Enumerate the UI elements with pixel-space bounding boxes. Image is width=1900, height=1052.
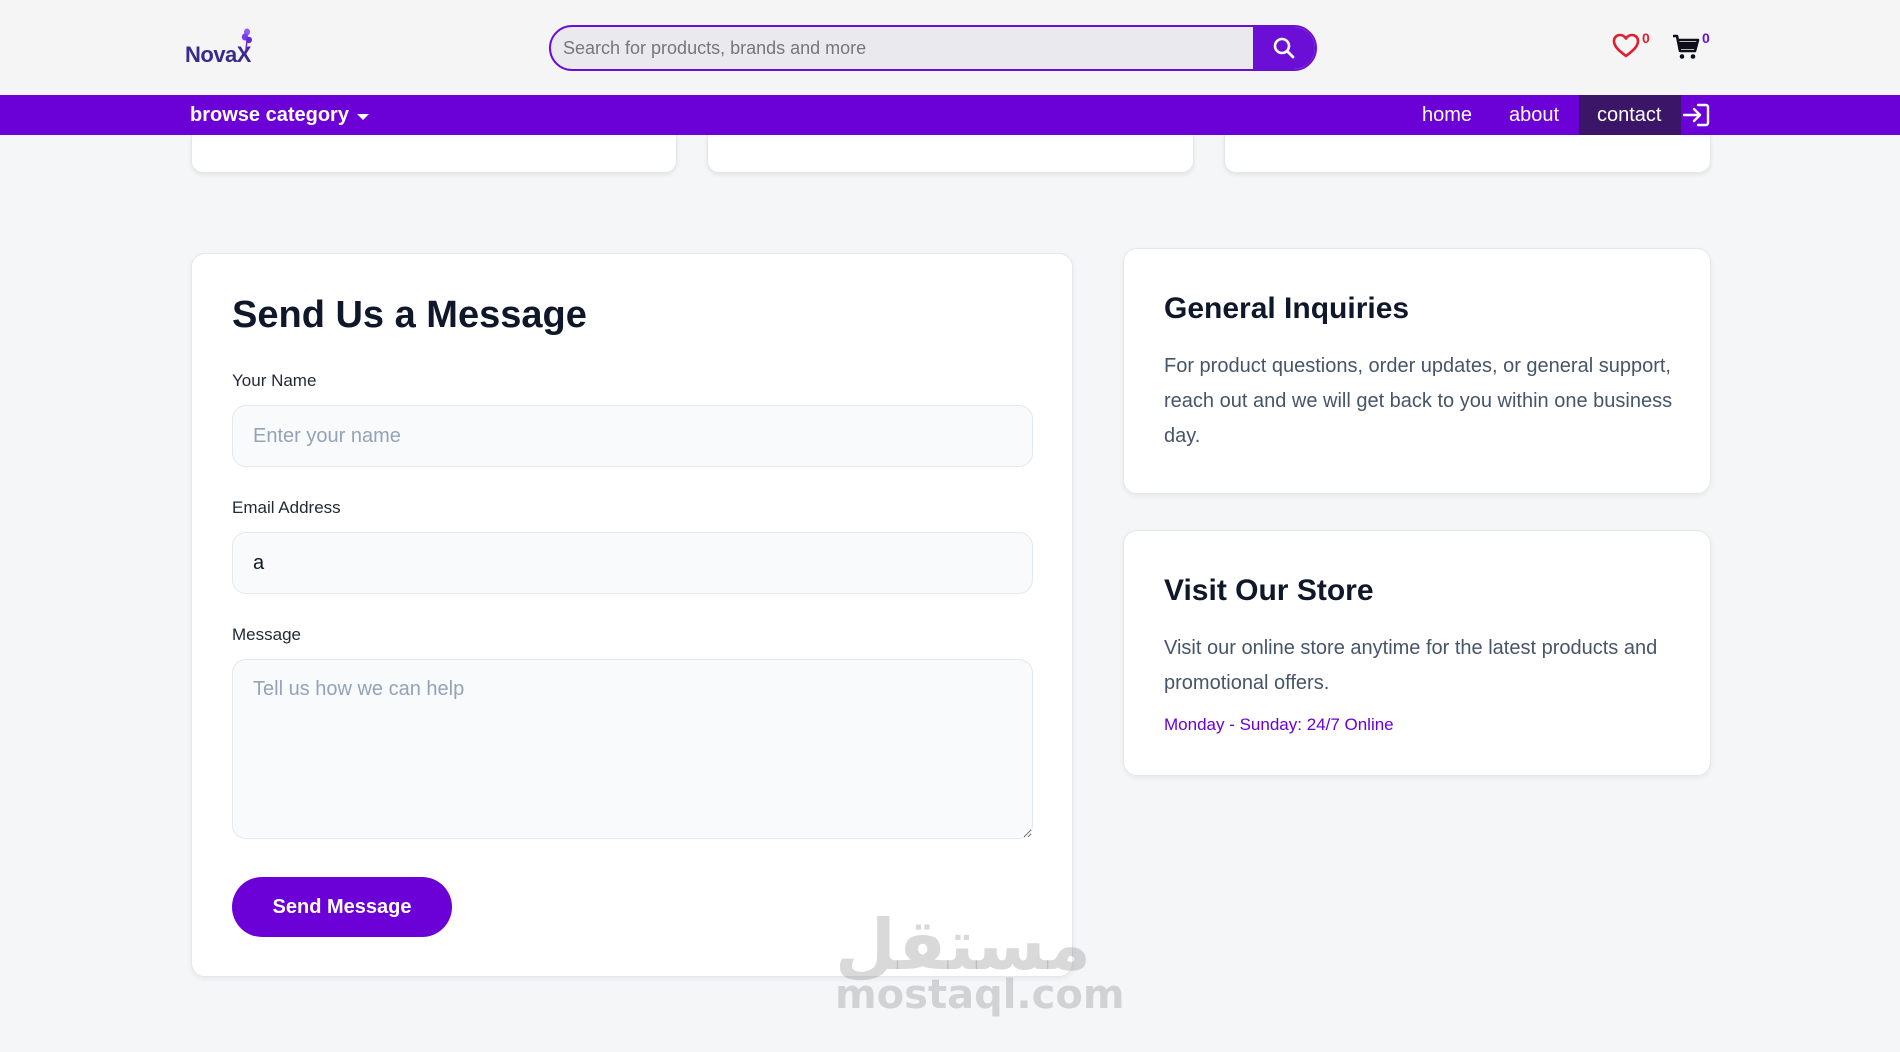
login-icon[interactable] (1682, 102, 1710, 128)
logo[interactable]: NovaX (185, 28, 260, 68)
heart-icon (1612, 33, 1640, 58)
form-title: Send Us a Message (232, 294, 587, 336)
search-input[interactable] (551, 27, 1255, 69)
name-input[interactable] (232, 405, 1033, 467)
wishlist-button[interactable]: 0 (1612, 30, 1650, 59)
lavender-icon (241, 28, 252, 50)
browse-category-dropdown[interactable]: browse category (190, 104, 369, 127)
browse-category-label: browse category (190, 104, 349, 126)
email-label: Email Address (232, 498, 341, 517)
search-bar (549, 25, 1317, 71)
watermark-latin: mostaql.com (835, 972, 1125, 1018)
cart-count: 0 (1702, 30, 1710, 46)
visit-store-text: Visit our online store anytime for the l… (1164, 637, 1658, 694)
message-textarea[interactable] (232, 659, 1033, 839)
store-hours: Monday - Sunday: 24/7 Online (1164, 715, 1394, 734)
general-inquiries-text: For product questions, order updates, or… (1164, 355, 1673, 447)
cart-icon (1673, 34, 1700, 59)
feature-card (191, 135, 677, 173)
search-icon (1273, 37, 1295, 59)
wishlist-count: 0 (1642, 30, 1650, 46)
email-input[interactable] (232, 532, 1033, 594)
cart-button[interactable]: 0 (1672, 30, 1710, 61)
visit-store-card: Visit Our Store Visit our online store a… (1123, 530, 1711, 776)
general-inquiries-card: General Inquiries For product questions,… (1123, 248, 1711, 494)
send-message-button[interactable]: Send Message (232, 877, 452, 937)
nav-link-home[interactable]: home (1404, 95, 1490, 135)
contact-form-card: Send Us a Message Your Name Email Addres… (191, 253, 1073, 977)
name-label: Your Name (232, 371, 317, 390)
feature-card (707, 135, 1194, 173)
caret-down-icon (356, 113, 369, 120)
nav-link-contact[interactable]: contact (1579, 95, 1681, 135)
nav-link-about[interactable]: about (1491, 95, 1577, 135)
message-label: Message (232, 625, 301, 644)
general-inquiries-title: General Inquiries (1164, 292, 1410, 325)
visit-store-title: Visit Our Store (1164, 574, 1374, 607)
top-header: NovaX 0 0 (0, 0, 1900, 95)
nav-bar: browse category home about contact (0, 95, 1900, 135)
search-button[interactable] (1253, 27, 1315, 69)
feature-card (1224, 135, 1711, 173)
